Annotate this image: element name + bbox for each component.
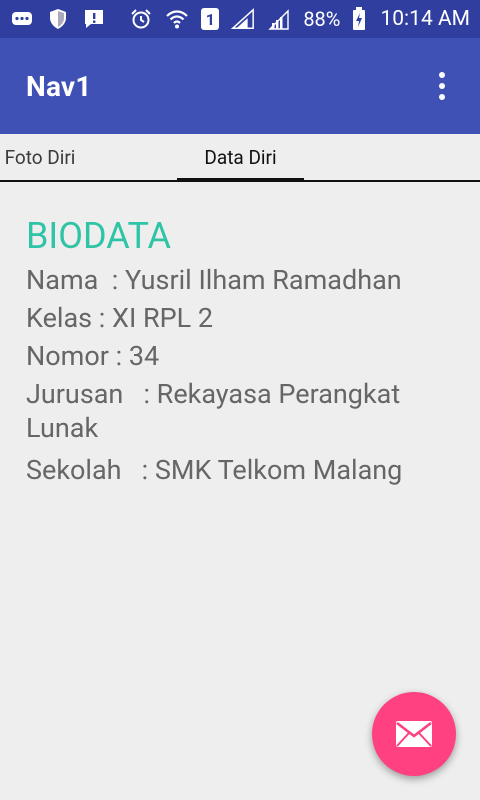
shield-icon	[46, 8, 70, 30]
overflow-dot	[439, 83, 445, 89]
tab-data-diri[interactable]: Data Diri	[177, 134, 304, 180]
app-bar: Nav1	[0, 38, 480, 134]
battery-charging-icon	[352, 7, 366, 30]
more-vert-icon[interactable]	[430, 66, 454, 106]
tab-foto-diri[interactable]: Foto Diri	[0, 134, 92, 180]
signal-icon	[231, 8, 255, 30]
tab-indicator	[177, 178, 304, 182]
status-right-icons: 1 88% 10:14 AM	[129, 6, 470, 31]
sim-slot-badge: 1	[201, 8, 220, 30]
status-bar: 1 88% 10:14 AM	[0, 0, 480, 38]
signal-icon	[267, 8, 291, 30]
biodata-line-jurusan: Jurusan : Rekayasa Perangkat Lunak	[26, 378, 407, 444]
app-title: Nav1	[26, 69, 92, 103]
tab-bar: Foto Diri Data Diri	[0, 134, 480, 182]
alert-icon	[82, 8, 106, 30]
clock: 10:14 AM	[380, 6, 470, 31]
battery-percent: 88%	[303, 7, 341, 31]
biodata-line-nama: Nama : Yusril Ilham Ramadhan	[26, 264, 402, 296]
messaging-icon	[10, 8, 34, 30]
biodata-content: BIODATA Nama : Yusril Ilham Ramadhan Kel…	[26, 214, 456, 489]
email-fab-button[interactable]	[372, 692, 456, 776]
email-icon	[395, 720, 433, 748]
overflow-dot	[439, 94, 445, 100]
biodata-line-kelas: Kelas : XI RPL 2	[26, 302, 214, 334]
biodata-title: BIODATA	[26, 215, 172, 257]
alarm-icon	[129, 8, 153, 30]
biodata-line-nomor: Nomor : 34	[26, 340, 160, 372]
biodata-line-sekolah: Sekolah : SMK Telkom Malang	[26, 454, 403, 486]
status-left-icons	[10, 8, 106, 30]
overflow-dot	[439, 72, 445, 78]
wifi-icon	[165, 8, 189, 30]
